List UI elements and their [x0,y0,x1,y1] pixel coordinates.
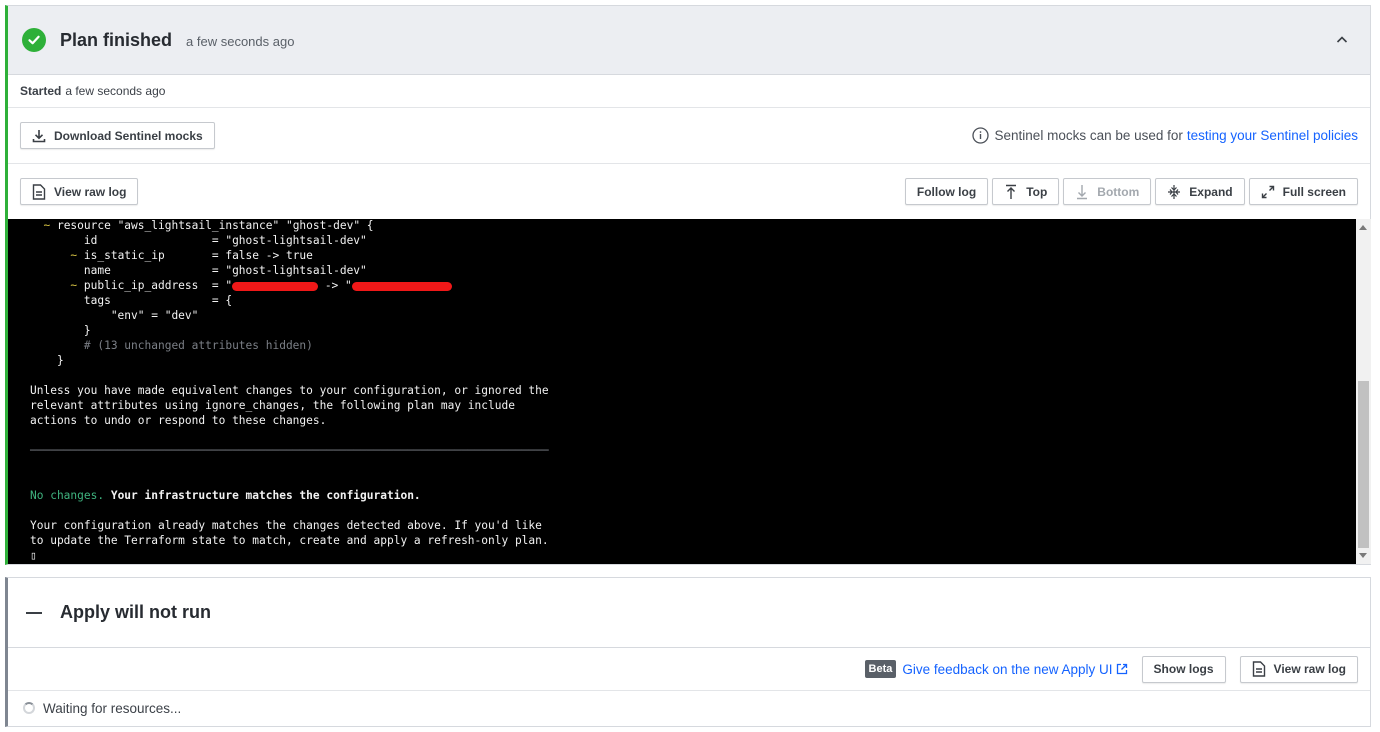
apply-header[interactable]: Apply will not run [8,578,1370,648]
log-terminal[interactable]: ~ resource "aws_lightsail_instance" "gho… [8,219,1371,564]
arrow-down-to-line-icon [1075,184,1089,200]
sentinel-policies-link[interactable]: testing your Sentinel policies [1187,128,1358,143]
log-change-marker: ~ [30,219,57,232]
log-rule: ────────────────────────────────────────… [30,444,549,457]
log-cursor: ▯ [30,549,37,562]
scroll-up-arrow-icon[interactable] [1359,225,1367,230]
redaction-mark [351,281,452,291]
log-line: is_static_ip = false -> true [83,249,313,262]
log-toolbar: View raw log Follow log Top Bottom Expan… [8,164,1370,219]
expand-label: Expand [1189,184,1233,199]
log-change-marker: ~ [30,279,84,292]
plan-card: Plan finished a few seconds ago Started … [5,5,1371,565]
feedback-area: Beta Give feedback on the new Apply UI [864,660,1128,678]
log-line: resource "aws_lightsail_instance" "ghost… [56,219,374,232]
top-label: Top [1026,184,1048,199]
log-line: tags = { [30,294,233,307]
document-icon [32,183,46,200]
log-paragraph: Your configuration already matches the c… [30,519,549,547]
check-circle-icon [22,28,46,52]
info-icon [971,127,989,144]
sentinel-note-text: Sentinel mocks can be used for [994,128,1183,143]
log-scrollbar[interactable] [1356,219,1371,564]
bottom-button[interactable]: Bottom [1063,178,1152,205]
top-button[interactable]: Top [992,178,1060,205]
log-line: id = "ghost-lightsail-dev" [30,234,367,247]
log-line: # (13 unchanged attributes hidden) [30,339,313,352]
apply-card: Apply will not run Beta Give feedback on… [5,577,1371,727]
log-output: ~ resource "aws_lightsail_instance" "gho… [30,219,549,563]
feedback-link[interactable]: Give feedback on the new Apply UI [902,662,1127,677]
full-screen-label: Full screen [1282,184,1346,199]
apply-view-raw-log-label: View raw log [1273,662,1346,676]
bottom-label: Bottom [1097,184,1140,199]
apply-actions: Beta Give feedback on the new Apply UI S… [8,648,1370,691]
apply-title: Apply will not run [60,602,211,622]
log-line: -> " [318,279,352,292]
sentinel-row: Download Sentinel mocks Sentinel mocks c… [8,108,1370,164]
log-line: name = "ghost-lightsail-dev" [30,264,367,277]
started-row: Started a few seconds ago [8,75,1370,108]
log-matches: Your infrastructure matches the configur… [104,489,421,502]
follow-log-button[interactable]: Follow log [904,178,989,205]
log-paragraph: Unless you have made equivalent changes … [30,384,549,427]
expand-icon [1167,184,1181,200]
minus-icon [26,611,42,614]
scroll-down-arrow-icon[interactable] [1359,553,1367,558]
log-controls: Follow log Top Bottom Expand Full screen [904,178,1358,205]
loading-spinner-icon [23,702,35,714]
view-raw-log-button[interactable]: View raw log [20,178,139,205]
plan-time: a few seconds ago [186,33,295,49]
started-label: Started [20,84,62,98]
maximize-icon [1261,185,1275,199]
scroll-thumb[interactable] [1358,381,1369,548]
arrow-up-to-line-icon [1004,184,1018,200]
plan-header[interactable]: Plan finished a few seconds ago [8,6,1370,75]
download-sentinel-mocks-button[interactable]: Download Sentinel mocks [20,122,215,149]
redaction-mark [232,281,319,291]
beta-badge: Beta [864,660,897,678]
log-change-marker: ~ [30,249,84,262]
view-raw-log-label: View raw log [54,184,127,199]
started-time: a few seconds ago [65,84,166,98]
log-line: } [30,324,91,337]
download-sentinel-mocks-label: Download Sentinel mocks [54,128,203,143]
log-line: public_ip_address = " [83,279,233,292]
sentinel-note: Sentinel mocks can be used for testing y… [971,127,1358,144]
waiting-text: Waiting for resources... [43,700,182,716]
full-screen-button[interactable]: Full screen [1248,178,1358,205]
apply-view-raw-log-button[interactable]: View raw log [1239,655,1358,683]
plan-title: Plan finished [60,29,173,50]
feedback-link-label: Give feedback on the new Apply UI [902,661,1113,677]
chevron-up-icon[interactable] [1334,32,1350,48]
document-icon [1252,661,1266,677]
download-icon [32,129,46,143]
waiting-row: Waiting for resources... [8,691,1370,725]
log-line: } [30,354,64,367]
log-no-changes: No changes. [30,489,105,502]
expand-button[interactable]: Expand [1155,178,1245,205]
external-link-icon [1116,663,1128,675]
show-logs-button[interactable]: Show logs [1141,655,1226,683]
log-line: "env" = "dev" [30,309,199,322]
